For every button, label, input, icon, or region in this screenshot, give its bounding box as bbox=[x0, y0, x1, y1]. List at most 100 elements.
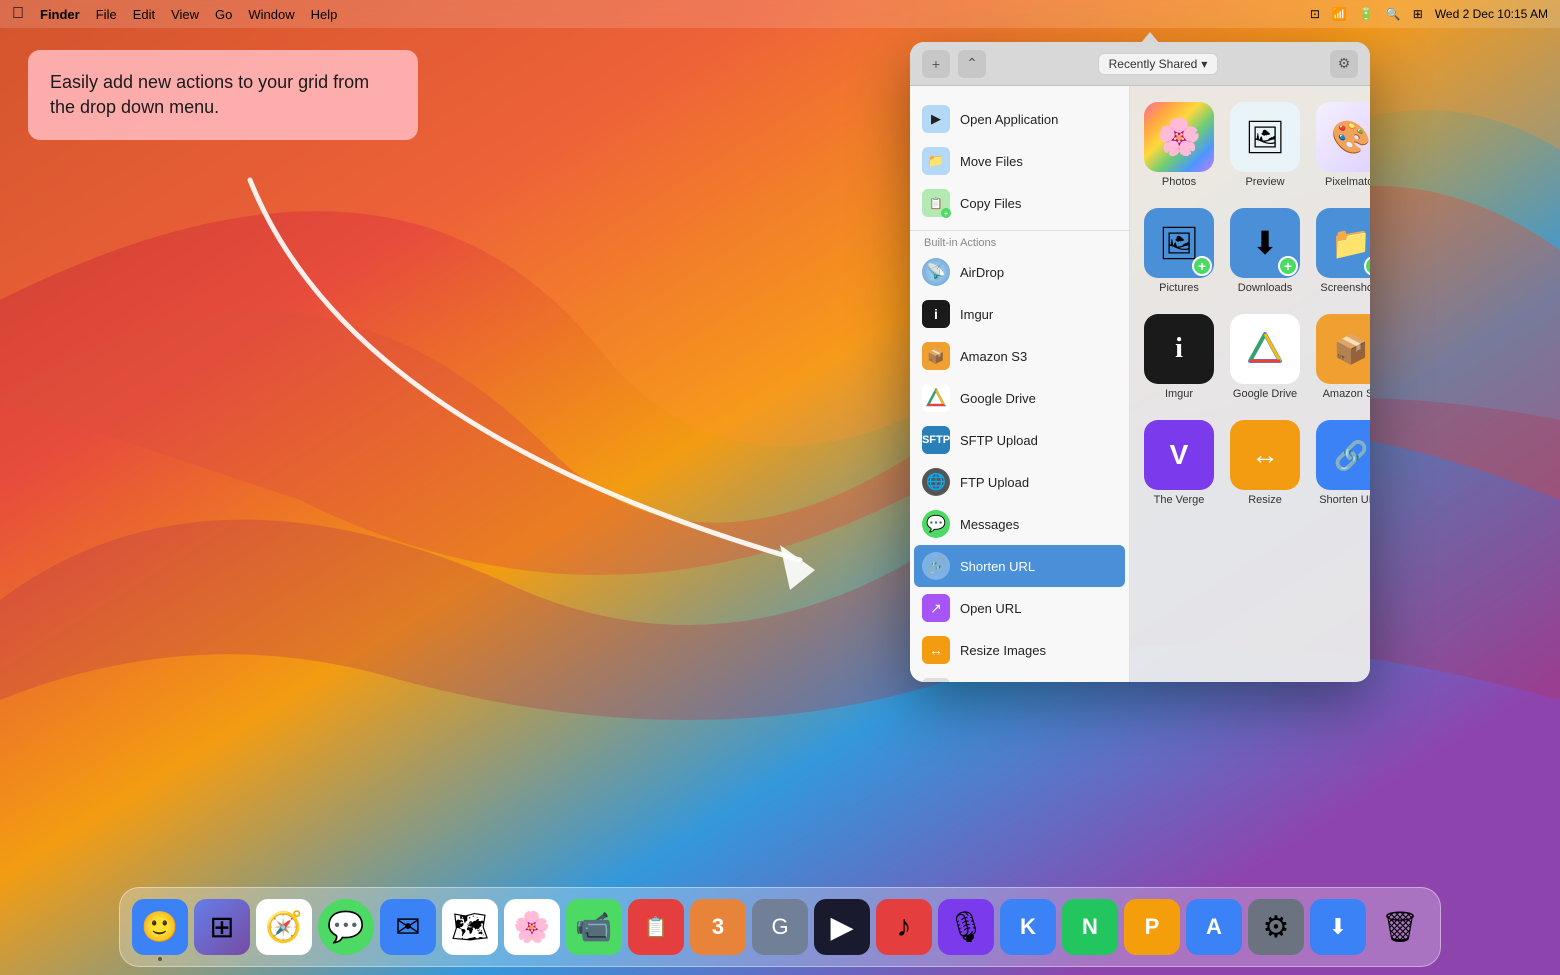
amazon-s3-item[interactable]: 📦 Amazon S3 bbox=[910, 335, 1129, 377]
imgur-icon: i bbox=[922, 300, 950, 328]
the-verge-grid-icon: V bbox=[1144, 420, 1214, 490]
copy-files-item[interactable]: 📋 + Copy Files bbox=[910, 182, 1129, 224]
panel-body: ▶ Open Application 📁 Move Files 📋 + Copy… bbox=[910, 86, 1370, 682]
move-files-icon: 📁 bbox=[922, 147, 950, 175]
move-files-item[interactable]: 📁 Move Files bbox=[910, 140, 1129, 182]
menu-finder[interactable]: Finder bbox=[40, 7, 80, 22]
dock-keynote[interactable]: K bbox=[1000, 899, 1056, 955]
save-text-icon: 📝 bbox=[922, 678, 950, 682]
dock-numbers[interactable]: N bbox=[1062, 899, 1118, 955]
apple-menu[interactable]:  bbox=[12, 5, 24, 23]
dock-mail[interactable]: ✉ bbox=[380, 899, 436, 955]
battery-icon[interactable]: 🔋 bbox=[1359, 7, 1374, 21]
dock-appstore[interactable]: A bbox=[1186, 899, 1242, 955]
menu-edit[interactable]: Edit bbox=[133, 7, 155, 22]
dock-appname[interactable]: G bbox=[752, 899, 808, 955]
grid-item-pixelmator[interactable]: 🎨 Pixelmator bbox=[1312, 96, 1370, 194]
dock-3mac[interactable]: 3 bbox=[690, 899, 746, 955]
built-in-actions-header: Built-in Actions bbox=[910, 231, 1129, 251]
grid-item-resize[interactable]: ↔ Resize bbox=[1226, 414, 1304, 512]
grid-item-imgur[interactable]: i Imgur bbox=[1140, 308, 1218, 406]
grid-item-photos[interactable]: 🌸 Photos bbox=[1140, 96, 1218, 194]
menu-view[interactable]: View bbox=[171, 7, 199, 22]
gear-button[interactable]: ⚙ bbox=[1330, 50, 1358, 78]
dropdown-menu: ▶ Open Application 📁 Move Files 📋 + Copy… bbox=[910, 86, 1130, 682]
resize-grid-icon: ↔ bbox=[1230, 420, 1300, 490]
amazon-s3-label: Amazon S3 bbox=[960, 349, 1027, 364]
search-icon[interactable]: 🔍 bbox=[1386, 7, 1401, 21]
photos-grid-icon: 🌸 bbox=[1144, 102, 1214, 172]
screenshots-badge: + bbox=[1364, 256, 1370, 276]
shorten-url-grid-icon: 🔗 bbox=[1316, 420, 1370, 490]
recently-shared-button[interactable]: Recently Shared ▾ bbox=[1098, 53, 1219, 75]
dock-launchpad[interactable]: ⊞ bbox=[194, 899, 250, 955]
open-url-icon: ↗ bbox=[922, 594, 950, 622]
pictures-grid-icon: 🖼 + bbox=[1144, 208, 1214, 278]
dock-finder[interactable]: 🙂 bbox=[132, 899, 188, 955]
dock-system-preferences[interactable]: ⚙ bbox=[1248, 899, 1304, 955]
dock-maps[interactable]: 🗺 bbox=[442, 899, 498, 955]
dock-podcasts[interactable]: 🎙 bbox=[938, 899, 994, 955]
google-drive-label: Google Drive bbox=[960, 391, 1036, 406]
grid-item-downloads[interactable]: ⬇ + Downloads bbox=[1226, 202, 1304, 300]
add-button[interactable]: + bbox=[922, 50, 950, 78]
menu-window[interactable]: Window bbox=[248, 7, 294, 22]
screen-mirror-icon[interactable]: ⊡ bbox=[1310, 7, 1320, 21]
menubar:  Finder File Edit View Go Window Help ⊡… bbox=[0, 0, 1560, 28]
google-drive-grid-label: Google Drive bbox=[1233, 388, 1297, 400]
messages-icon: 💬 bbox=[922, 510, 950, 538]
grid-panel: 🌸 Photos 🖼 Preview 🎨 Pixelmator 🖼 bbox=[1130, 86, 1370, 682]
save-text-item[interactable]: 📝 Save Text bbox=[910, 671, 1129, 682]
airdrop-label: AirDrop bbox=[960, 265, 1004, 280]
the-verge-grid-label: The Verge bbox=[1154, 494, 1205, 506]
resize-images-item[interactable]: ↔ Resize Images bbox=[910, 629, 1129, 671]
dock-messages[interactable]: 💬 bbox=[318, 899, 374, 955]
dock-pages[interactable]: P bbox=[1124, 899, 1180, 955]
resize-images-label: Resize Images bbox=[960, 643, 1046, 658]
messages-item[interactable]: 💬 Messages bbox=[910, 503, 1129, 545]
grid-item-pictures[interactable]: 🖼 + Pictures bbox=[1140, 202, 1218, 300]
dock-photos[interactable]: 🌸 bbox=[504, 899, 560, 955]
pictures-grid-label: Pictures bbox=[1159, 282, 1199, 294]
preview-grid-icon: 🖼 bbox=[1230, 102, 1300, 172]
dock-trash[interactable]: 🗑 bbox=[1372, 899, 1428, 955]
dock-tv[interactable]: ▶ bbox=[814, 899, 870, 955]
imgur-item[interactable]: i Imgur bbox=[910, 293, 1129, 335]
grid-item-amazon-s3[interactable]: 📦 Amazon S3 bbox=[1312, 308, 1370, 406]
grid-item-shorten-url[interactable]: 🔗 Shorten URL bbox=[1312, 414, 1370, 512]
dock-dot-finder bbox=[158, 957, 162, 961]
sftp-upload-icon: SFTP bbox=[922, 426, 950, 454]
shorten-url-item[interactable]: 🔗 Shorten URL bbox=[914, 545, 1125, 587]
screenshots-grid-icon: 📁 + bbox=[1316, 208, 1370, 278]
open-application-item[interactable]: ▶ Open Application bbox=[910, 98, 1129, 140]
grid-item-the-verge[interactable]: V The Verge bbox=[1140, 414, 1218, 512]
dock-downie[interactable]: ⬇ bbox=[1310, 899, 1366, 955]
grid-item-google-drive[interactable]: Google Drive bbox=[1226, 308, 1304, 406]
chevron-button[interactable]: ⌃ bbox=[958, 50, 986, 78]
imgur-grid-icon: i bbox=[1144, 314, 1214, 384]
open-url-item[interactable]: ↗ Open URL bbox=[910, 587, 1129, 629]
panel-caret bbox=[1140, 32, 1160, 44]
airdrop-item[interactable]: 📡 AirDrop bbox=[910, 251, 1129, 293]
downloads-grid-icon: ⬇ + bbox=[1230, 208, 1300, 278]
google-drive-grid-icon bbox=[1230, 314, 1300, 384]
ftp-upload-item[interactable]: 🌐 FTP Upload bbox=[910, 461, 1129, 503]
amazon-s3-icon: 📦 bbox=[922, 342, 950, 370]
dock-facetime[interactable]: 📹 bbox=[566, 899, 622, 955]
menu-go[interactable]: Go bbox=[215, 7, 232, 22]
grid-item-screenshots[interactable]: 📁 + Screenshots bbox=[1312, 202, 1370, 300]
sftp-upload-label: SFTP Upload bbox=[960, 433, 1038, 448]
amazon-s3-grid-icon: 📦 bbox=[1316, 314, 1370, 384]
grid-item-preview[interactable]: 🖼 Preview bbox=[1226, 96, 1304, 194]
menu-file[interactable]: File bbox=[96, 7, 117, 22]
control-center-icon[interactable]: ⊞ bbox=[1413, 7, 1423, 21]
dock-creativit[interactable]: 📋 bbox=[628, 899, 684, 955]
sftp-upload-item[interactable]: SFTP SFTP Upload bbox=[910, 419, 1129, 461]
main-panel: + ⌃ Recently Shared ▾ ⚙ ▶ Open Applicati… bbox=[910, 42, 1370, 682]
wifi-icon[interactable]: 📶 bbox=[1332, 7, 1347, 21]
open-url-label: Open URL bbox=[960, 601, 1021, 616]
google-drive-item[interactable]: Google Drive bbox=[910, 377, 1129, 419]
dock-music[interactable]: ♪ bbox=[876, 899, 932, 955]
dock-safari[interactable]: 🧭 bbox=[256, 899, 312, 955]
menu-help[interactable]: Help bbox=[311, 7, 338, 22]
